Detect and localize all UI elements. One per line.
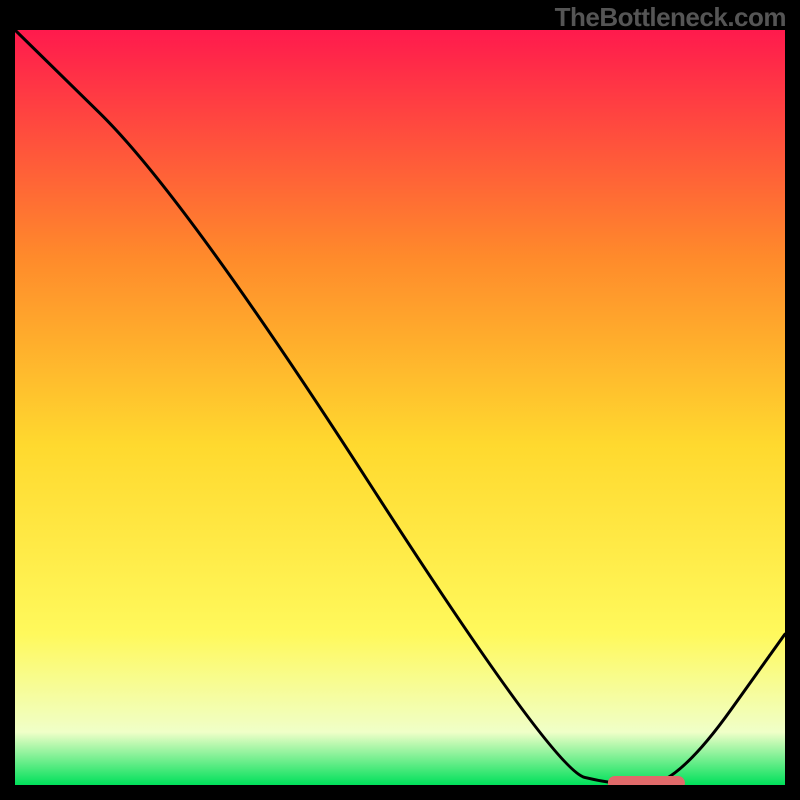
optimal-marker bbox=[608, 776, 685, 785]
chart-svg bbox=[15, 30, 785, 785]
watermark-text: TheBottleneck.com bbox=[555, 2, 786, 33]
plot-area bbox=[15, 30, 785, 785]
gradient-background bbox=[15, 30, 785, 785]
chart-frame: TheBottleneck.com bbox=[0, 0, 800, 800]
